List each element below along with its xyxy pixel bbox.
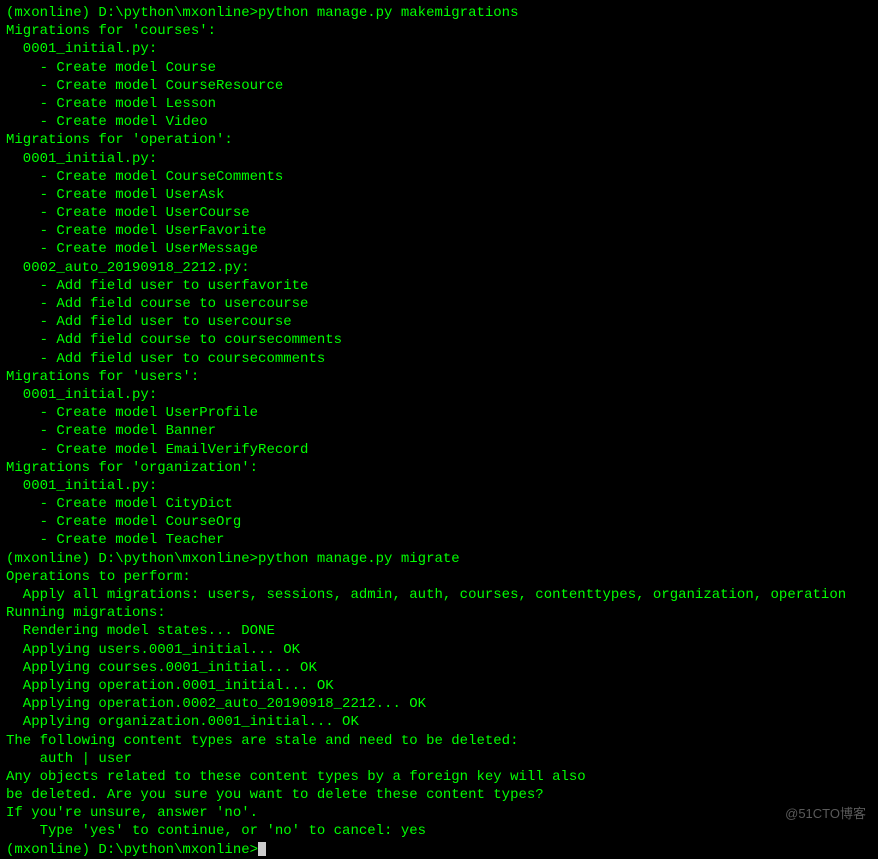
migrations-organization-header: Migrations for 'organization': — [6, 459, 872, 477]
applying-organization-0001: Applying organization.0001_initial... OK — [6, 713, 872, 731]
operation-add-user-userfavorite: - Add field user to userfavorite — [6, 277, 872, 295]
terminal-output[interactable]: (mxonline) D:\python\mxonline>python man… — [6, 4, 872, 859]
migrations-operation-header: Migrations for 'operation': — [6, 131, 872, 149]
type-yes-no: Type 'yes' to continue, or 'no' to cance… — [6, 822, 872, 840]
prompt-migrate: (mxonline) D:\python\mxonline>python man… — [6, 550, 872, 568]
courses-create-video: - Create model Video — [6, 113, 872, 131]
users-0001: 0001_initial.py: — [6, 386, 872, 404]
courses-create-lesson: - Create model Lesson — [6, 95, 872, 113]
organization-create-courseorg: - Create model CourseOrg — [6, 513, 872, 531]
migrations-users-header: Migrations for 'users': — [6, 368, 872, 386]
prompt-final[interactable]: (mxonline) D:\python\mxonline> — [6, 841, 872, 859]
applying-operation-0001: Applying operation.0001_initial... OK — [6, 677, 872, 695]
operation-add-user-coursecomments: - Add field user to coursecomments — [6, 350, 872, 368]
operation-add-course-usercourse: - Add field course to usercourse — [6, 295, 872, 313]
organization-create-teacher: - Create model Teacher — [6, 531, 872, 549]
running-migrations: Running migrations: — [6, 604, 872, 622]
organization-create-citydict: - Create model CityDict — [6, 495, 872, 513]
operation-create-coursecomments: - Create model CourseComments — [6, 168, 872, 186]
apply-all-migrations: Apply all migrations: users, sessions, a… — [6, 586, 872, 604]
any-objects-1: Any objects related to these content typ… — [6, 768, 872, 786]
any-objects-2: be deleted. Are you sure you want to del… — [6, 786, 872, 804]
courses-create-course: - Create model Course — [6, 59, 872, 77]
operation-0002: 0002_auto_20190918_2212.py: — [6, 259, 872, 277]
applying-operation-0002: Applying operation.0002_auto_20190918_22… — [6, 695, 872, 713]
prompt-makemigrations: (mxonline) D:\python\mxonline>python man… — [6, 4, 872, 22]
operation-0001: 0001_initial.py: — [6, 150, 872, 168]
rendering-model-states: Rendering model states... DONE — [6, 622, 872, 640]
operation-create-usermessage: - Create model UserMessage — [6, 240, 872, 258]
operation-add-user-usercourse: - Add field user to usercourse — [6, 313, 872, 331]
operation-create-userask: - Create model UserAsk — [6, 186, 872, 204]
users-create-banner: - Create model Banner — [6, 422, 872, 440]
stale-content-types: The following content types are stale an… — [6, 732, 872, 750]
courses-create-courseresource: - Create model CourseResource — [6, 77, 872, 95]
operations-to-perform: Operations to perform: — [6, 568, 872, 586]
users-create-userprofile: - Create model UserProfile — [6, 404, 872, 422]
applying-users-0001: Applying users.0001_initial... OK — [6, 641, 872, 659]
prompt-text: (mxonline) D:\python\mxonline> — [6, 842, 258, 858]
organization-0001: 0001_initial.py: — [6, 477, 872, 495]
if-unsure: If you're unsure, answer 'no'. — [6, 804, 872, 822]
operation-add-course-coursecomments: - Add field course to coursecomments — [6, 331, 872, 349]
applying-courses-0001: Applying courses.0001_initial... OK — [6, 659, 872, 677]
users-create-emailverifyrecord: - Create model EmailVerifyRecord — [6, 441, 872, 459]
auth-user: auth | user — [6, 750, 872, 768]
cursor — [258, 842, 266, 856]
operation-create-userfavorite: - Create model UserFavorite — [6, 222, 872, 240]
operation-create-usercourse: - Create model UserCourse — [6, 204, 872, 222]
watermark-text: @51CTO博客 — [785, 806, 866, 823]
courses-0001: 0001_initial.py: — [6, 40, 872, 58]
migrations-courses-header: Migrations for 'courses': — [6, 22, 872, 40]
